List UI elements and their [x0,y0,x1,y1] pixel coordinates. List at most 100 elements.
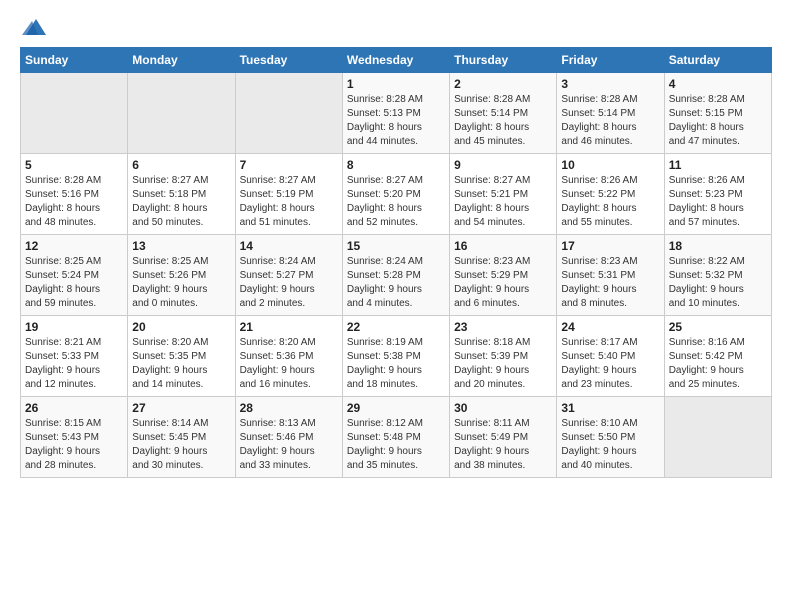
cal-cell: 26 Sunrise: 8:15 AM Sunset: 5:43 PM Dayli… [21,397,128,478]
cal-cell: 13 Sunrise: 8:25 AM Sunset: 5:26 PM Dayli… [128,235,235,316]
day-number: 9 [454,158,552,172]
cal-cell [21,73,128,154]
cal-cell: 30 Sunrise: 8:11 AM Sunset: 5:49 PM Dayli… [450,397,557,478]
cal-cell: 23Sunrise: 8:18 AM Sunset: 5:39 PM Dayli… [450,316,557,397]
logo [20,16,46,37]
day-number: 18 [669,239,767,253]
day-number: 15 [347,239,445,253]
day-info: Sunrise: 8:26 AM Sunset: 5:22 PM Dayligh… [561,174,659,230]
day-info: Sunrise: 8:26 AM Sunset: 5:23 PM Dayligh… [669,174,767,230]
day-number: 21 [240,320,338,334]
day-info: Sunrise: 8:27 AM Sunset: 5:18 PM Dayligh… [132,174,230,230]
header-thursday: Thursday [450,48,557,73]
day-info: Sunrise: 8:20 AM Sunset: 5:35 PM Dayligh… [132,336,230,392]
day-info: Sunrise: 8:27 AM Sunset: 5:21 PM Dayligh… [454,174,552,230]
day-number: 25 [669,320,767,334]
logo-icon [22,17,46,37]
day-number: 13 [132,239,230,253]
day-number: 31 [561,401,659,415]
cal-cell: 27 Sunrise: 8:14 AM Sunset: 5:45 PM Dayli… [128,397,235,478]
cal-cell: 31 Sunrise: 8:10 AM Sunset: 5:50 PM Dayli… [557,397,664,478]
day-info: Sunrise: 8:10 AM Sunset: 5:50 PM Dayligh… [561,417,659,473]
day-number: 6 [132,158,230,172]
day-number: 19 [25,320,123,334]
cal-cell: 8 Sunrise: 8:27 AM Sunset: 5:20 PM Daylig… [342,154,449,235]
cal-cell: 24Sunrise: 8:17 AM Sunset: 5:40 PM Dayli… [557,316,664,397]
day-info: Sunrise: 8:23 AM Sunset: 5:31 PM Dayligh… [561,255,659,311]
header-monday: Monday [128,48,235,73]
day-number: 30 [454,401,552,415]
cal-cell: 21 Sunrise: 8:20 AM Sunset: 5:36 PM Dayli… [235,316,342,397]
day-info: Sunrise: 8:22 AM Sunset: 5:32 PM Dayligh… [669,255,767,311]
day-number: 27 [132,401,230,415]
cal-cell: 3 Sunrise: 8:28 AM Sunset: 5:14 PM Daylig… [557,73,664,154]
day-info: Sunrise: 8:14 AM Sunset: 5:45 PM Dayligh… [132,417,230,473]
day-info: Sunrise: 8:28 AM Sunset: 5:14 PM Dayligh… [561,93,659,149]
cal-cell: 25 Sunrise: 8:16 AM Sunset: 5:42 PM Dayli… [664,316,771,397]
day-number: 8 [347,158,445,172]
header-row [20,16,772,37]
day-number: 3 [561,77,659,91]
cal-cell: 4 Sunrise: 8:28 AM Sunset: 5:15 PM Daylig… [664,73,771,154]
header-row-days: SundayMondayTuesdayWednesdayThursdayFrid… [21,48,772,73]
day-number: 17 [561,239,659,253]
day-info: Sunrise: 8:25 AM Sunset: 5:26 PM Dayligh… [132,255,230,311]
day-info: Sunrise: 8:21 AM Sunset: 5:33 PM Dayligh… [25,336,123,392]
day-info: Sunrise: 8:28 AM Sunset: 5:13 PM Dayligh… [347,93,445,149]
main-container: SundayMondayTuesdayWednesdayThursdayFrid… [0,0,792,488]
week-row-4: 19 Sunrise: 8:21 AM Sunset: 5:33 PM Dayli… [21,316,772,397]
cal-cell: 2Sunrise: 8:28 AM Sunset: 5:14 PM Daylig… [450,73,557,154]
day-info: Sunrise: 8:13 AM Sunset: 5:46 PM Dayligh… [240,417,338,473]
week-row-5: 26 Sunrise: 8:15 AM Sunset: 5:43 PM Dayli… [21,397,772,478]
day-info: Sunrise: 8:23 AM Sunset: 5:29 PM Dayligh… [454,255,552,311]
header-wednesday: Wednesday [342,48,449,73]
cal-cell: 29Sunrise: 8:12 AM Sunset: 5:48 PM Dayli… [342,397,449,478]
day-info: Sunrise: 8:12 AM Sunset: 5:48 PM Dayligh… [347,417,445,473]
cal-cell: 7Sunrise: 8:27 AM Sunset: 5:19 PM Daylig… [235,154,342,235]
cal-cell [664,397,771,478]
day-info: Sunrise: 8:28 AM Sunset: 5:15 PM Dayligh… [669,93,767,149]
day-number: 12 [25,239,123,253]
day-info: Sunrise: 8:20 AM Sunset: 5:36 PM Dayligh… [240,336,338,392]
day-number: 22 [347,320,445,334]
day-number: 28 [240,401,338,415]
cal-cell: 12 Sunrise: 8:25 AM Sunset: 5:24 PM Dayli… [21,235,128,316]
header-saturday: Saturday [664,48,771,73]
cal-cell: 16 Sunrise: 8:23 AM Sunset: 5:29 PM Dayli… [450,235,557,316]
header-tuesday: Tuesday [235,48,342,73]
day-info: Sunrise: 8:28 AM Sunset: 5:14 PM Dayligh… [454,93,552,149]
day-info: Sunrise: 8:24 AM Sunset: 5:27 PM Dayligh… [240,255,338,311]
day-info: Sunrise: 8:11 AM Sunset: 5:49 PM Dayligh… [454,417,552,473]
cal-cell: 10Sunrise: 8:26 AM Sunset: 5:22 PM Dayli… [557,154,664,235]
day-info: Sunrise: 8:24 AM Sunset: 5:28 PM Dayligh… [347,255,445,311]
week-row-1: 1 Sunrise: 8:28 AM Sunset: 5:13 PM Daylig… [21,73,772,154]
cal-cell: 19 Sunrise: 8:21 AM Sunset: 5:33 PM Dayli… [21,316,128,397]
week-row-2: 5Sunrise: 8:28 AM Sunset: 5:16 PM Daylig… [21,154,772,235]
week-row-3: 12 Sunrise: 8:25 AM Sunset: 5:24 PM Dayli… [21,235,772,316]
day-number: 24 [561,320,659,334]
day-info: Sunrise: 8:25 AM Sunset: 5:24 PM Dayligh… [25,255,123,311]
header-sunday: Sunday [21,48,128,73]
cal-cell: 1 Sunrise: 8:28 AM Sunset: 5:13 PM Daylig… [342,73,449,154]
cal-cell: 20 Sunrise: 8:20 AM Sunset: 5:35 PM Dayli… [128,316,235,397]
day-info: Sunrise: 8:15 AM Sunset: 5:43 PM Dayligh… [25,417,123,473]
day-info: Sunrise: 8:27 AM Sunset: 5:20 PM Dayligh… [347,174,445,230]
calendar-table: SundayMondayTuesdayWednesdayThursdayFrid… [20,47,772,478]
day-number: 7 [240,158,338,172]
day-info: Sunrise: 8:16 AM Sunset: 5:42 PM Dayligh… [669,336,767,392]
day-info: Sunrise: 8:19 AM Sunset: 5:38 PM Dayligh… [347,336,445,392]
day-number: 1 [347,77,445,91]
cal-cell: 18 Sunrise: 8:22 AM Sunset: 5:32 PM Dayli… [664,235,771,316]
cal-cell: 9 Sunrise: 8:27 AM Sunset: 5:21 PM Daylig… [450,154,557,235]
header-friday: Friday [557,48,664,73]
day-number: 4 [669,77,767,91]
cal-cell [235,73,342,154]
cal-cell: 5Sunrise: 8:28 AM Sunset: 5:16 PM Daylig… [21,154,128,235]
cal-cell: 6 Sunrise: 8:27 AM Sunset: 5:18 PM Daylig… [128,154,235,235]
day-number: 16 [454,239,552,253]
day-number: 26 [25,401,123,415]
day-number: 5 [25,158,123,172]
day-number: 20 [132,320,230,334]
day-number: 14 [240,239,338,253]
cal-cell: 15 Sunrise: 8:24 AM Sunset: 5:28 PM Dayli… [342,235,449,316]
